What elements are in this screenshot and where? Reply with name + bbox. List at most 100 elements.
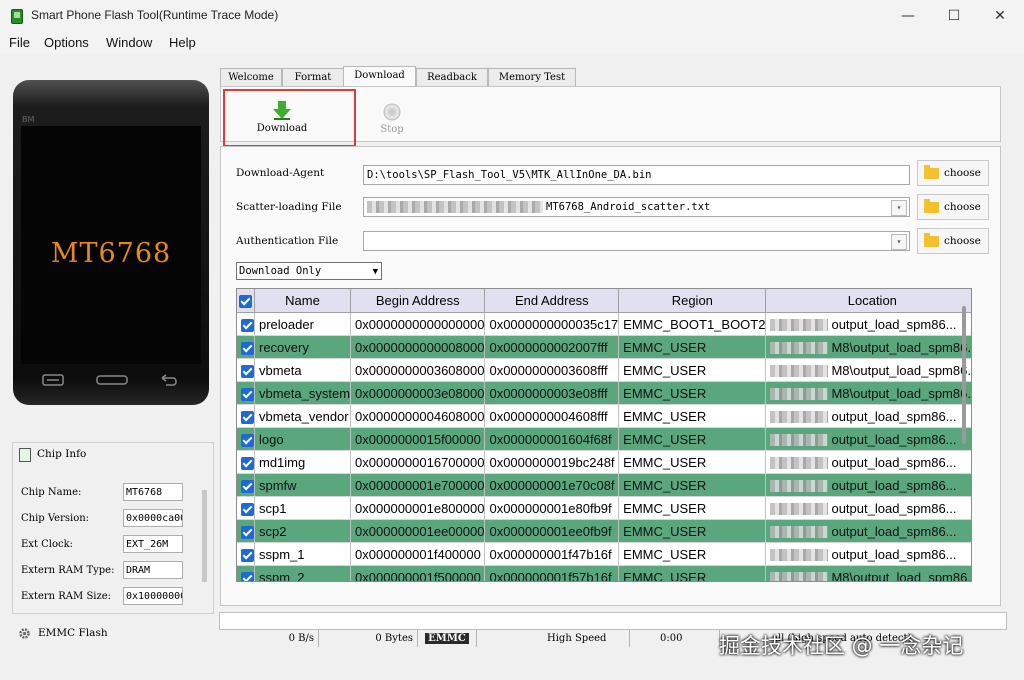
chevron-down-icon[interactable]: ▾ [891, 234, 907, 250]
stop-icon [383, 103, 401, 121]
table-row[interactable]: vbmeta_vendor 0x0000000004608000 0x0000000… [237, 404, 971, 428]
title-bar: Smart Phone Flash Tool(Runtime Trace Mod… [0, 0, 1024, 32]
table-row[interactable]: scp1 0x000000001e800000 0x000000001e80fb9f… [237, 496, 971, 520]
choose-scatter-button[interactable]: choose [917, 194, 989, 220]
cell-location: M8\output_load_spm86... [765, 358, 972, 382]
tab-readback[interactable]: Readback [416, 68, 488, 86]
download-agent-label: Download-Agent [236, 167, 325, 179]
folder-icon [924, 165, 939, 179]
cell-name: spmfw [254, 473, 352, 497]
col-header-region[interactable]: Region [618, 289, 767, 313]
checkbox-cell[interactable] [237, 381, 255, 405]
blurred-path [770, 503, 829, 516]
phone-brand: BM [22, 115, 35, 124]
chip-name-value: MT6768 [123, 483, 183, 501]
cell-end: 0x0000000019bc248f [484, 450, 620, 474]
checkbox-cell[interactable] [237, 519, 255, 543]
checkbox-cell[interactable] [237, 565, 255, 581]
location-text: M8\output_load_spm86... [831, 362, 972, 378]
cell-end: 0x0000000003e08fff [484, 381, 620, 405]
choose-da-button[interactable]: choose [917, 160, 989, 186]
col-header-location[interactable]: Location [765, 289, 971, 313]
location-text: M8\output_load_spm86... [831, 339, 972, 355]
table-row[interactable]: md1img 0x0000000016700000 0x0000000019bc24… [237, 450, 971, 474]
location-text: output_load_spm86... [831, 431, 957, 447]
tab-welcome[interactable]: Welcome [220, 68, 282, 86]
download-highlight-box [223, 89, 356, 147]
scatter-file-input[interactable]: MT6768_Android_scatter.txt ▾ [363, 197, 910, 217]
download-agent-input[interactable]: D:\tools\SP_Flash_Tool_V5\MTK_AllInOne_D… [363, 165, 910, 185]
location-text: output_load_spm86... [831, 477, 957, 493]
cell-region: EMMC_USER [618, 519, 767, 543]
ram-size-label: Extern RAM Size: [21, 591, 112, 602]
table-row[interactable]: scp2 0x000000001ee00000 0x000000001ee0fb9f… [237, 519, 971, 543]
status-time: 0:00 [630, 630, 720, 647]
select-all-checkbox[interactable] [237, 289, 255, 313]
cell-name: vbmeta [254, 358, 352, 382]
scatter-file-label: Scatter-loading File [236, 201, 342, 213]
emmc-flash-section[interactable]: EMMC Flash [14, 622, 212, 644]
tab-download[interactable]: Download [343, 66, 416, 87]
cell-begin: 0x0000000000000000 [350, 312, 486, 336]
window-bottom-edge [0, 676, 1024, 680]
checkbox-cell[interactable] [237, 312, 255, 336]
checkbox-cell[interactable] [237, 427, 255, 451]
download-mode-value: Download Only [239, 265, 322, 277]
checkbox-cell[interactable] [237, 496, 255, 520]
cell-location: output_load_spm86... [765, 542, 971, 566]
table-row[interactable]: sspm_1 0x000000001f400000 0x000000001f47b1… [237, 542, 971, 566]
cell-region: EMMC_USER [618, 473, 767, 497]
checkbox-icon [241, 479, 254, 493]
menu-help[interactable]: Help [169, 35, 196, 50]
blurred-path [770, 319, 829, 332]
checkbox-cell[interactable] [237, 450, 255, 474]
table-row[interactable]: spmfw 0x000000001e700000 0x000000001e70c08… [237, 473, 971, 497]
col-header-name[interactable]: Name [254, 289, 352, 313]
table-row[interactable]: vbmeta_system 0x0000000003e08000 0x0000000… [237, 381, 971, 405]
auth-file-input[interactable]: ▾ [363, 231, 910, 251]
download-mode-select[interactable]: Download Only ▼ [236, 262, 382, 280]
table-row[interactable]: recovery 0x0000000000008000 0x000000000200… [237, 335, 972, 359]
ext-clock-value: EXT_26M [123, 535, 183, 553]
location-text: M8\output_load_spm86... [831, 569, 972, 582]
table-row[interactable]: sspm_2 0x000000001f500000 0x000000001f57b1… [237, 565, 972, 582]
table-scrollbar[interactable] [962, 306, 966, 444]
tab-format[interactable]: Format [282, 68, 344, 86]
checkbox-cell[interactable] [237, 358, 255, 382]
menu-key-icon [42, 374, 64, 386]
choose-auth-button[interactable]: choose [917, 228, 989, 254]
checkbox-cell[interactable] [237, 473, 255, 497]
ram-size-value: 0x100000000 [123, 587, 183, 605]
checkbox-icon [241, 433, 254, 447]
col-header-end[interactable]: End Address [484, 289, 620, 313]
cell-name: vbmeta_system [254, 381, 352, 405]
menu-file[interactable]: File [9, 35, 30, 50]
cell-begin: 0x0000000003e08000 [350, 381, 486, 405]
table-row[interactable]: logo 0x0000000015f00000 0x000000001604f68f… [237, 427, 971, 451]
checkbox-cell[interactable] [237, 404, 255, 428]
table-row[interactable]: preloader 0x0000000000000000 0x00000000000… [237, 312, 971, 336]
minimize-button[interactable]: — [885, 0, 931, 32]
checkbox-cell[interactable] [237, 542, 255, 566]
choose-label: choose [944, 235, 981, 247]
cell-region: EMMC_USER [618, 542, 767, 566]
blurred-path [770, 457, 829, 470]
chip-info-scrollbar[interactable] [202, 490, 207, 582]
chevron-down-icon[interactable]: ▾ [891, 200, 907, 216]
cell-name: md1img [254, 450, 352, 474]
menu-window[interactable]: Window [106, 35, 152, 50]
menu-options[interactable]: Options [44, 35, 89, 50]
checkbox-icon [241, 318, 254, 332]
cell-region: EMMC_USER [618, 450, 767, 474]
stop-button[interactable]: Stop [357, 103, 427, 135]
checkbox-cell[interactable] [237, 335, 255, 359]
tab-memory-test[interactable]: Memory Test [488, 68, 576, 86]
status-bytes: 0 Bytes [319, 630, 418, 647]
checkbox-icon [241, 341, 254, 355]
chip-version-label: Chip Version: [21, 513, 90, 524]
table-row[interactable]: vbmeta 0x0000000003608000 0x0000000003608f… [237, 358, 972, 382]
maximize-button[interactable]: ☐ [931, 0, 977, 32]
close-button[interactable]: ✕ [977, 0, 1023, 32]
col-header-begin[interactable]: Begin Address [350, 289, 486, 313]
cell-end: 0x000000001e70c08f [484, 473, 620, 497]
